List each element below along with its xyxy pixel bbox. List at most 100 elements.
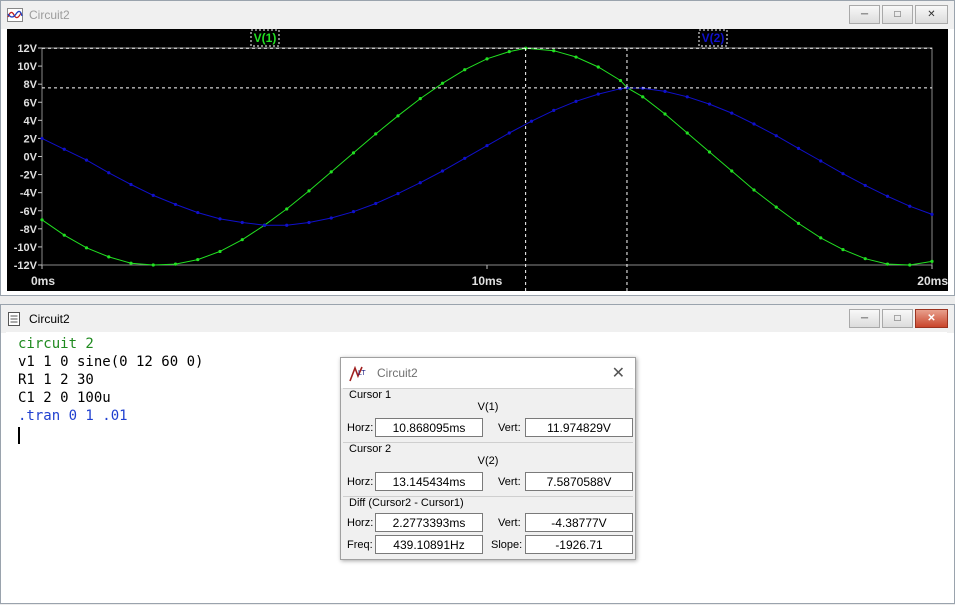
close-icon[interactable]: ✕	[612, 363, 625, 383]
cursor2-vert-field[interactable]: 7.5870588V	[525, 472, 633, 491]
waveform-titlebar[interactable]: Circuit2 ─ □ ✕	[1, 1, 954, 29]
y-tick-label: -2V	[20, 170, 38, 182]
data-point	[463, 156, 467, 160]
cursor1-horz-field[interactable]: 10.868095ms	[375, 418, 483, 437]
diff-freq-field[interactable]: 439.10891Hz	[375, 535, 483, 554]
waveform-plot[interactable]: 12V 10V 8V 6V 4V 2V 0V -2V -4V -6V -8V -10V -12V 0ms 1…	[7, 29, 948, 291]
maximize-icon: □	[894, 313, 901, 324]
y-tick-label: -12V	[14, 260, 38, 272]
cursor2-trace: V(2)	[477, 455, 499, 467]
data-point	[685, 95, 689, 99]
data-point	[685, 131, 689, 135]
data-point	[351, 210, 356, 214]
diff-vert-field[interactable]: -4.38777V	[525, 513, 633, 532]
x-tick-label: 10ms	[472, 274, 503, 288]
waveform-app-icon	[7, 8, 23, 22]
trace-label-1: V(1)	[254, 31, 277, 45]
data-point	[151, 263, 155, 267]
netlist-line[interactable]: circuit 2	[18, 336, 935, 354]
data-point	[62, 147, 66, 151]
data-point	[819, 236, 823, 240]
data-point	[285, 207, 289, 211]
y-tick-label: 12V	[17, 43, 37, 55]
data-point	[552, 49, 556, 53]
data-point	[463, 68, 467, 72]
cursor1-vert-label: Vert:	[498, 422, 521, 434]
y-tick-label: 8V	[24, 79, 38, 91]
data-point	[84, 246, 89, 250]
data-point	[418, 181, 422, 185]
data-point	[663, 89, 667, 93]
data-point	[40, 218, 44, 222]
data-point	[218, 217, 222, 221]
data-point	[240, 238, 244, 242]
cursor2-horz-field[interactable]: 13.145434ms	[375, 472, 483, 491]
data-point	[841, 172, 845, 176]
minimize-icon: ─	[860, 313, 869, 324]
data-point	[107, 171, 111, 175]
data-point	[930, 212, 934, 216]
data-point	[196, 257, 200, 262]
y-tick-label: 6V	[24, 97, 38, 109]
data-point	[707, 102, 712, 106]
data-point	[885, 194, 890, 198]
close-icon: ✕	[927, 9, 936, 20]
minimize-icon: ─	[860, 9, 869, 20]
data-point	[84, 158, 89, 162]
minimize-button[interactable]: ─	[849, 5, 880, 24]
cursor1-label: Cursor 1	[349, 389, 392, 401]
data-point	[841, 248, 845, 252]
y-tick-label: 10V	[17, 61, 37, 73]
close-icon: ✕	[927, 313, 936, 324]
data-point	[329, 170, 333, 174]
data-point	[663, 112, 667, 116]
data-point	[396, 114, 400, 118]
data-point	[774, 205, 778, 209]
ltspice-icon: LT	[349, 365, 367, 382]
y-tick-label: -8V	[20, 224, 38, 236]
y-tick-label: -10V	[14, 242, 38, 254]
data-point	[507, 50, 511, 54]
x-tick-label: 20ms	[917, 274, 948, 288]
y-tick-label: 4V	[24, 115, 38, 127]
data-point	[819, 159, 823, 163]
netlist-maximize-button[interactable]: □	[882, 309, 913, 328]
cursor2-horz-label: Horz:	[347, 476, 374, 488]
data-point	[908, 263, 912, 267]
data-point	[240, 220, 244, 225]
close-button[interactable]: ✕	[915, 5, 948, 24]
data-point	[552, 108, 556, 112]
trace-label-2: V(2)	[702, 31, 725, 45]
cursor-dialog-titlebar[interactable]: LT Circuit2 ✕	[341, 358, 635, 388]
cursor2-label: Cursor 2	[349, 443, 392, 455]
diff-group: Diff (Cursor2 - Cursor1) Horz: 2.2773393…	[343, 496, 633, 558]
data-point	[707, 150, 712, 154]
waveform-window: Circuit2 ─ □ ✕ 12V 10V 8V 6V 4V 2V 0V -2V -4V -6V…	[0, 0, 955, 296]
data-point	[285, 223, 289, 227]
data-point	[908, 204, 912, 208]
diff-slope-field[interactable]: -1926.71	[525, 535, 633, 554]
cursor1-vert-field[interactable]: 11.974829V	[525, 418, 633, 437]
maximize-icon: □	[894, 9, 901, 20]
data-point	[507, 131, 511, 135]
data-point	[218, 249, 222, 254]
cursor1-trace: V(1)	[477, 401, 499, 413]
diff-horz-field[interactable]: 2.2773393ms	[375, 513, 483, 532]
diff-vert-label: Vert:	[498, 517, 521, 529]
cursor2-vert-label: Vert:	[498, 476, 521, 488]
netlist-minimize-button[interactable]: ─	[849, 309, 880, 328]
y-tick-label: -6V	[20, 206, 38, 218]
data-point	[40, 136, 44, 141]
svg-text:LT: LT	[358, 370, 366, 377]
maximize-button[interactable]: □	[882, 5, 913, 24]
waveform-chart[interactable]: 12V 10V 8V 6V 4V 2V 0V -2V -4V -6V -8V -10V -12V 0ms 1…	[7, 29, 948, 291]
data-point	[374, 201, 378, 206]
data-point	[307, 189, 311, 193]
netlist-titlebar[interactable]: Circuit2 ─ □ ✕	[1, 305, 954, 333]
netlist-close-button[interactable]: ✕	[915, 309, 948, 328]
data-point	[173, 202, 178, 207]
diff-slope-label: Slope:	[491, 539, 523, 551]
data-point	[885, 262, 890, 266]
cursor-dialog-title: Circuit2	[377, 366, 418, 380]
data-point	[151, 193, 155, 197]
